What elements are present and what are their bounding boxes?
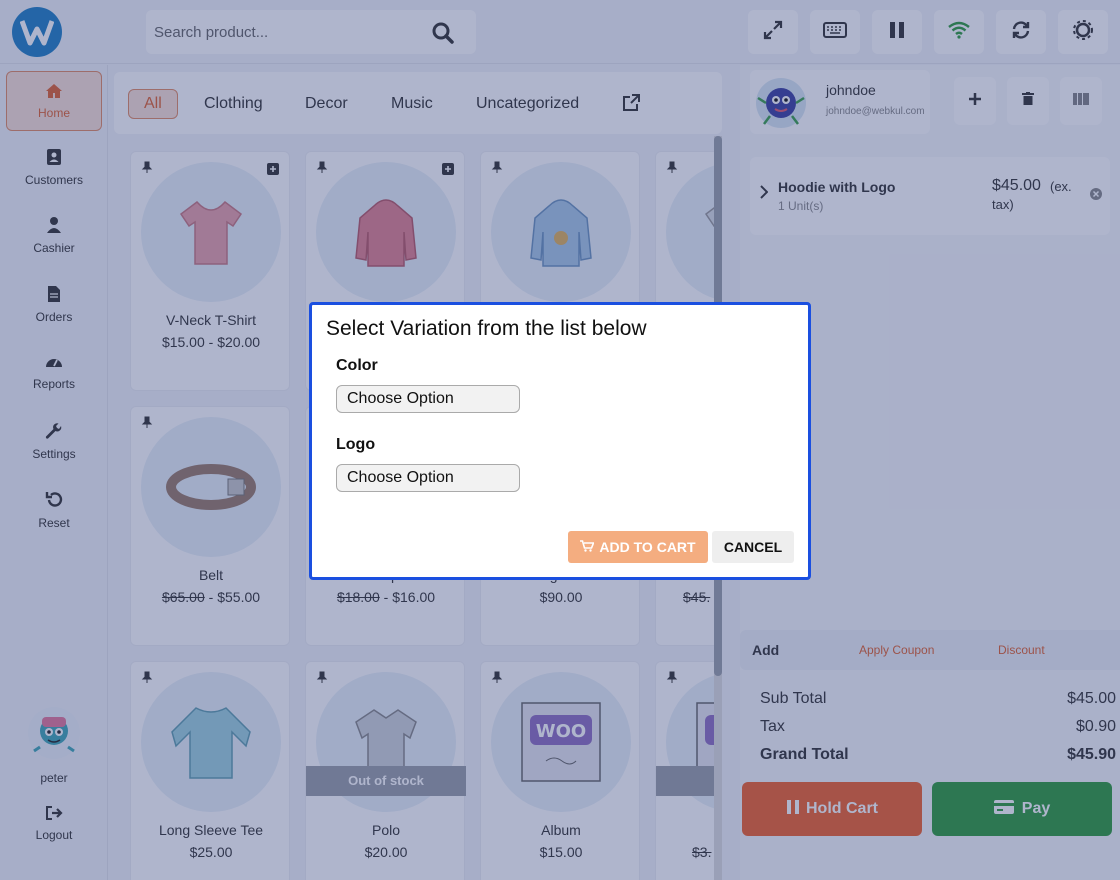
logo-select[interactable]: Choose Option: [336, 464, 520, 492]
add-to-cart-button[interactable]: ADD TO CART: [568, 531, 708, 563]
cancel-button[interactable]: CANCEL: [712, 531, 794, 563]
color-select[interactable]: Choose Option: [336, 385, 520, 413]
modal-title: Select Variation from the list below: [326, 317, 647, 340]
color-label: Color: [336, 357, 378, 374]
variation-modal: Select Variation from the list below Col…: [309, 302, 811, 580]
logo-label: Logo: [336, 436, 376, 453]
cart-icon: [580, 539, 596, 555]
